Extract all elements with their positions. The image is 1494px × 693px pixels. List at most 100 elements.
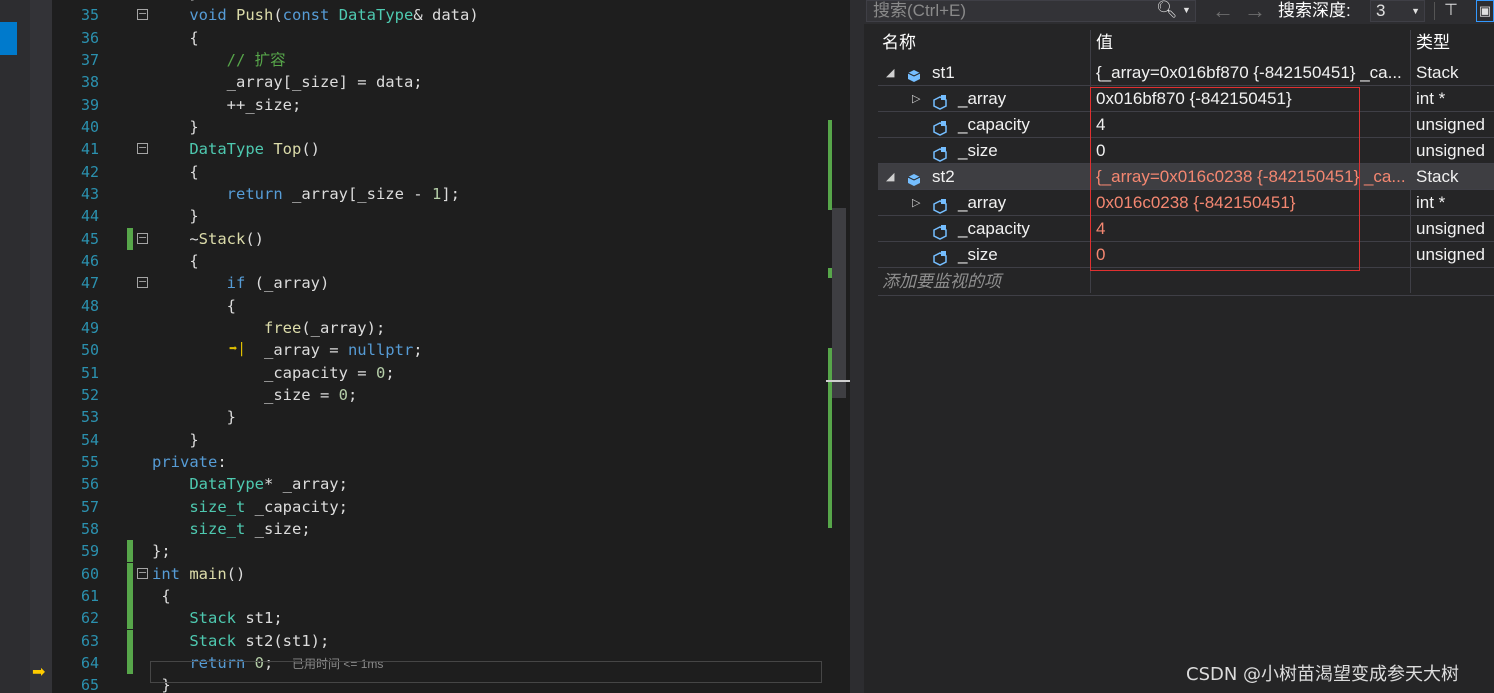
code-line[interactable]: 42 { <box>0 161 850 183</box>
add-watch-item[interactable]: 添加要监视的项 <box>878 270 1494 296</box>
field-icon <box>932 118 947 136</box>
line-number: 63 <box>80 631 99 650</box>
code-line[interactable]: 38 _array[_size] = data; <box>0 71 850 93</box>
code-text: int main() <box>152 564 246 583</box>
line-number: 57 <box>80 497 99 516</box>
search-depth-select[interactable]: 3 ▼ <box>1370 0 1425 22</box>
object-icon <box>906 170 921 186</box>
fold-toggle-icon[interactable]: − <box>137 232 148 244</box>
column-header-type[interactable]: 类型 <box>1416 30 1450 56</box>
code-line[interactable]: 47 − if (_array) <box>0 272 850 294</box>
code-text: { <box>152 162 199 181</box>
code-line[interactable]: 51 _capacity = 0; <box>0 362 850 384</box>
code-line[interactable]: 54 } <box>0 429 850 451</box>
code-line[interactable]: 39 ++_size; <box>0 94 850 116</box>
watch-type: Stack <box>1416 63 1459 82</box>
scrollbar-thumb[interactable] <box>832 208 846 398</box>
scroll-position-marker <box>826 380 850 382</box>
search-depth-label: 搜索深度: <box>1278 1 1351 20</box>
code-text: free(_array); <box>263 318 386 337</box>
code-text: Stack st2(st1); <box>189 631 330 650</box>
code-line[interactable]: 43 return _array[_size - 1]; <box>0 183 850 205</box>
hex-display-icon[interactable]: ▣ <box>1476 0 1494 22</box>
fold-toggle-icon[interactable]: − <box>137 567 148 579</box>
watch-name: st2 <box>932 167 955 186</box>
code-line[interactable]: 49 free(_array); <box>0 317 850 339</box>
code-line[interactable]: 35 − void Push(const DataType& data) <box>0 4 850 26</box>
line-number: 37 <box>80 50 99 69</box>
code-text: if (_array) <box>226 274 330 293</box>
line-number: 64 <box>80 653 99 672</box>
code-line[interactable]: 62 Stack st1; <box>0 607 850 630</box>
change-bar <box>127 227 133 250</box>
change-marker <box>828 268 832 278</box>
column-header-name[interactable]: 名称 <box>882 30 916 56</box>
code-line[interactable]: 57 size_t _capacity; <box>0 496 850 518</box>
code-line[interactable]: 37 // 扩容 <box>0 49 850 71</box>
code-line[interactable]: 40 } <box>0 116 850 138</box>
watch-type: unsigned <box>1416 115 1486 134</box>
code-line[interactable]: 55 private: <box>0 451 850 473</box>
line-number: 49 <box>80 318 99 337</box>
code-text: void Push(const DataType& data) <box>189 6 479 25</box>
code-text: { <box>152 296 236 315</box>
code-line[interactable]: 52 _size = 0; <box>0 384 850 406</box>
fold-toggle-icon[interactable]: − <box>137 142 148 155</box>
panel-splitter[interactable] <box>850 0 864 693</box>
code-line[interactable]: 60 − int main() <box>0 562 850 585</box>
code-text: Stack st1; <box>189 609 283 628</box>
code-line[interactable]: 41 − DataType Top() <box>0 138 850 160</box>
code-line[interactable]: 45 − ~Stack() <box>0 227 850 250</box>
code-line[interactable]: 53 } <box>0 406 850 428</box>
collapse-arrow-icon[interactable]: ◢ <box>886 164 894 190</box>
column-header-value[interactable]: 值 <box>1096 30 1113 56</box>
watch-type: Stack <box>1416 167 1459 186</box>
code-line[interactable]: 44 } <box>0 205 850 227</box>
forward-arrow-icon[interactable]: → <box>1244 0 1266 22</box>
line-number: 44 <box>80 207 99 226</box>
field-icon <box>932 196 947 214</box>
code-line[interactable]: 46 { <box>0 250 850 272</box>
watch-header: 名称 值 类型 <box>864 30 1494 56</box>
change-bar <box>127 629 133 652</box>
code-line[interactable]: 58 size_t _size; <box>0 518 850 540</box>
code-text: ++_size; <box>152 95 302 114</box>
field-icon <box>932 144 947 162</box>
code-line[interactable]: 56 DataType* _array; <box>0 473 850 495</box>
execution-pointer-icon: ➡ <box>32 662 46 681</box>
fold-toggle-icon[interactable]: − <box>137 276 148 289</box>
watch-name: st1 <box>932 63 955 82</box>
code-line[interactable]: 48 { <box>0 295 850 317</box>
expand-arrow-icon[interactable]: ▷ <box>912 86 920 112</box>
fold-toggle-icon[interactable]: − <box>137 8 148 21</box>
line-number: 48 <box>80 296 99 315</box>
watch-type: unsigned <box>1416 141 1486 160</box>
line-number: 42 <box>80 162 99 181</box>
code-line[interactable]: 59}; <box>0 540 850 563</box>
watch-row[interactable]: ◢ st1 {_array=0x016bf870 {-842150451} _ca.… <box>878 60 1494 86</box>
chevron-down-icon: ▼ <box>1411 6 1420 16</box>
editor-scrollbar[interactable] <box>826 0 850 693</box>
pin-icon[interactable]: ⊤ <box>1444 0 1458 22</box>
code-text: { <box>152 28 199 47</box>
chevron-down-icon[interactable]: ▼ <box>1182 0 1191 20</box>
line-number: 52 <box>80 385 99 404</box>
line-number: 43 <box>80 184 99 203</box>
search-icon[interactable]: 🔍︎ <box>1156 0 1178 20</box>
collapse-arrow-icon[interactable]: ◢ <box>886 60 894 86</box>
code-text: } <box>152 430 199 449</box>
step-marker-icon: ➡| <box>229 341 246 358</box>
back-arrow-icon[interactable]: ← <box>1212 0 1234 22</box>
code-line[interactable]: 50 _array = nullptr; ➡| <box>0 339 850 361</box>
expand-arrow-icon[interactable]: ▷ <box>912 190 920 216</box>
search-input[interactable]: 搜索(Ctrl+E) <box>866 0 1196 22</box>
watch-value[interactable]: {_array=0x016bf870 {-842150451} _ca... <box>1096 60 1406 86</box>
code-text: private: <box>152 452 227 471</box>
code-text: return _array[_size - 1]; <box>226 184 460 203</box>
code-line[interactable]: 63 Stack st2(st1); <box>0 629 850 652</box>
code-editor[interactable]: 34 }35− void Push(const DataType& data)3… <box>0 0 850 693</box>
code-line[interactable]: 61 { <box>0 584 850 607</box>
code-line[interactable]: 36 { <box>0 27 850 49</box>
line-number: 45 <box>80 229 99 248</box>
line-number: 53 <box>80 408 99 427</box>
